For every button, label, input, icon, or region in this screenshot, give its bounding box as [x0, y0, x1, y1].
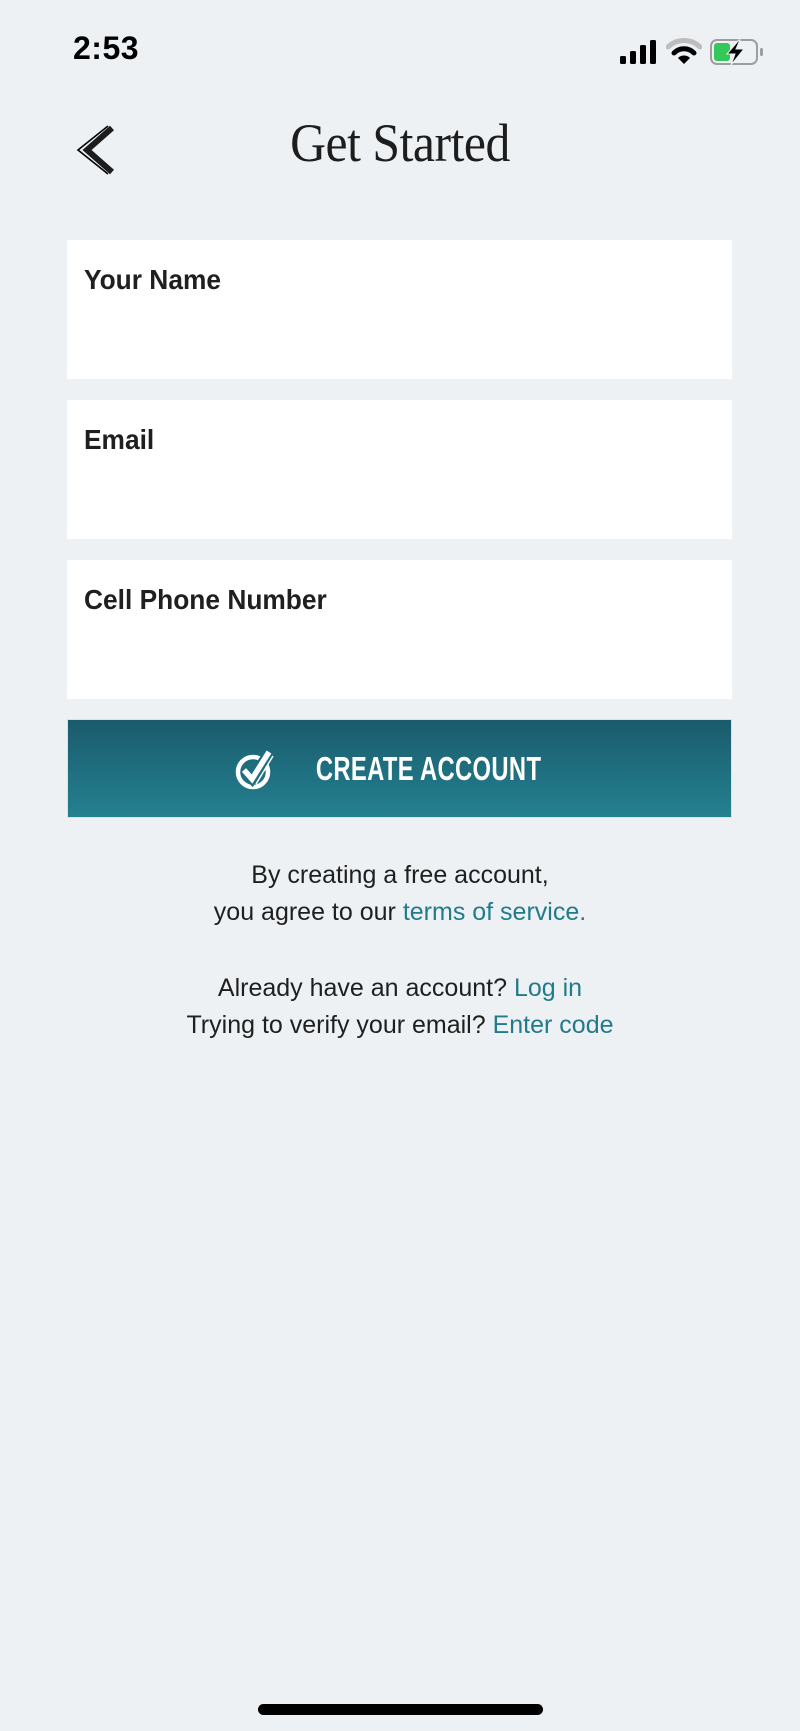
phone-field[interactable]: Cell Phone Number [67, 560, 732, 699]
enter-code-link[interactable]: Enter code [493, 1011, 614, 1039]
terms-prefix: you agree to our [213, 898, 403, 926]
status-time: 2:53 [73, 30, 140, 66]
terms-notice: By creating a free account, you agree to… [0, 857, 800, 931]
email-input[interactable] [84, 468, 715, 516]
terms-line-1: By creating a free account, [251, 861, 549, 889]
terms-line-2: you agree to our terms of service. [0, 894, 800, 931]
phone-field-label: Cell Phone Number [84, 584, 327, 615]
battery-charging-icon [710, 39, 763, 65]
email-field-label: Email [84, 424, 155, 455]
email-field[interactable]: Email [67, 400, 732, 539]
home-indicator[interactable] [258, 1704, 543, 1715]
create-account-label: CREATE ACCOUNT [315, 749, 542, 787]
login-line: Already have an account? Log in [0, 970, 800, 1007]
verify-line: Trying to verify your email? Enter code [0, 1007, 800, 1044]
account-links: Already have an account? Log in Trying t… [0, 970, 800, 1044]
login-link[interactable]: Log in [514, 974, 582, 1002]
wifi-icon [666, 38, 702, 64]
phone-input[interactable] [84, 628, 715, 676]
login-prompt: Already have an account? [217, 974, 514, 1002]
name-input[interactable] [84, 308, 715, 356]
name-field-label: Your Name [84, 264, 222, 295]
name-field[interactable]: Your Name [67, 240, 732, 379]
check-circle-icon [235, 748, 274, 789]
signal-icon [620, 40, 656, 64]
terms-of-service-link[interactable]: terms of service. [403, 898, 586, 926]
create-account-button[interactable]: CREATE ACCOUNT [67, 719, 732, 818]
verify-prompt: Trying to verify your email? [186, 1011, 493, 1039]
page-title: Get Started [290, 113, 510, 173]
